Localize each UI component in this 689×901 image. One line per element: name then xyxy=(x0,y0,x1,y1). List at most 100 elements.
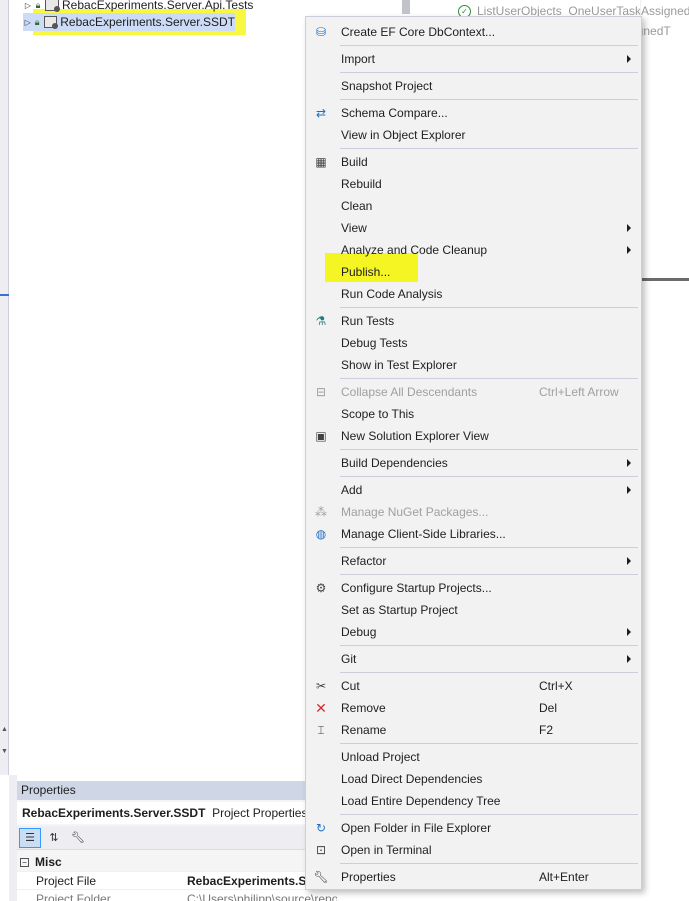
property-category[interactable]: − Misc xyxy=(17,853,337,871)
menu-item-show-in-test-explorer[interactable]: Show in Test Explorer xyxy=(306,354,641,376)
menu-separator xyxy=(340,72,638,73)
scissors-icon: ✂ xyxy=(315,679,327,693)
menu-item-configure-startup-projects[interactable]: ⚙ Configure Startup Projects... xyxy=(306,577,641,599)
menu-item-view-in-object-explorer[interactable]: View in Object Explorer xyxy=(306,124,641,146)
menu-item-properties[interactable]: 🔧︎ Properties Alt+Enter xyxy=(306,866,641,888)
menu-item-import[interactable]: Import xyxy=(306,48,641,70)
tree-item-label: RebacExperiments.Server.Api.Tests xyxy=(62,0,254,12)
menu-separator xyxy=(340,99,638,100)
menu-item-label: Build Dependencies xyxy=(341,456,448,470)
object-name: RebacExperiments.Server.SSDT xyxy=(22,806,206,820)
menu-item-load-direct-dependencies[interactable]: Load Direct Dependencies xyxy=(306,768,641,790)
menu-item-set-as-startup-project[interactable]: Set as Startup Project xyxy=(306,599,641,621)
menu-item-label: Remove xyxy=(341,701,386,715)
menu-item-label: Set as Startup Project xyxy=(341,603,458,617)
menu-item-run-tests[interactable]: ⚗ Run Tests xyxy=(306,310,641,332)
submenu-arrow-icon xyxy=(627,557,631,565)
properties-title: Properties xyxy=(17,781,337,800)
property-pages-wrench-icon[interactable]: 🔧︎ xyxy=(67,828,89,848)
expand-icon[interactable]: ▷ xyxy=(23,1,33,10)
menu-item-label: Open Folder in File Explorer xyxy=(341,821,492,835)
menu-item-rename[interactable]: ⌶ Rename F2 xyxy=(306,719,641,741)
menu-item-label: Build xyxy=(341,155,368,169)
menu-item-debug-tests[interactable]: Debug Tests xyxy=(306,332,641,354)
menu-item-label: Load Direct Dependencies xyxy=(341,772,483,786)
menu-item-run-code-analysis[interactable]: Run Code Analysis xyxy=(306,283,641,305)
menu-item-label: Rename xyxy=(341,723,387,737)
menu-item-label: Run Code Analysis xyxy=(341,287,443,301)
context-menu: ⛁ Create EF Core DbContext... Import Sna… xyxy=(305,16,642,890)
tree-scrollbar[interactable] xyxy=(402,0,410,14)
menu-item-label: Scope to This xyxy=(341,407,415,421)
scroll-down-icon[interactable]: ▼ xyxy=(0,748,9,755)
menu-separator xyxy=(340,814,638,815)
project-icon xyxy=(45,0,60,12)
menu-item-new-solution-explorer-view[interactable]: ▣ New Solution Explorer View xyxy=(306,425,641,447)
menu-item-label: Import xyxy=(341,52,376,66)
collapse-icon: ⊟ xyxy=(315,385,327,399)
property-row[interactable]: Project Folder C:\Users\philipp\source\r… xyxy=(17,889,337,901)
lock-icon: 🔒︎ xyxy=(34,16,40,27)
menu-separator xyxy=(340,45,638,46)
menu-item-label: Analyze and Code Cleanup xyxy=(341,243,488,257)
menu-item-debug[interactable]: Debug xyxy=(306,621,641,643)
categorized-icon[interactable]: ☰ xyxy=(19,827,41,848)
menu-item-schema-compare[interactable]: ⇄ Schema Compare... xyxy=(306,102,641,124)
alphabetical-sort-icon[interactable]: ⇅ xyxy=(43,828,65,848)
menu-item-build[interactable]: ▦ Build xyxy=(306,151,641,173)
collapse-category-icon[interactable]: − xyxy=(20,857,29,867)
menu-item-publish[interactable]: Publish... xyxy=(306,261,641,283)
menu-item-rebuild[interactable]: Rebuild xyxy=(306,173,641,195)
menu-item-load-entire-dependency-tree[interactable]: Load Entire Dependency Tree xyxy=(306,790,641,812)
menu-item-manage-client-side-libraries[interactable]: ◍ Manage Client-Side Libraries... xyxy=(306,523,641,545)
menu-item-add[interactable]: Add xyxy=(306,479,641,501)
menu-item-label: Unload Project xyxy=(341,750,420,764)
menu-item-git[interactable]: Git xyxy=(306,648,641,670)
menu-item-label: Collapse All Descendants xyxy=(341,385,478,399)
menu-item-clean[interactable]: Clean xyxy=(306,195,641,217)
menu-item-shortcut: Ctrl+X xyxy=(539,679,573,693)
rename-icon: ⌶ xyxy=(317,722,325,737)
menu-separator xyxy=(340,863,638,864)
menu-item-shortcut: Ctrl+Left Arrow xyxy=(539,385,619,399)
menu-item-open-in-terminal[interactable]: ⊡ Open in Terminal xyxy=(306,839,641,861)
tree-item-ssdt[interactable]: ▷ 🔒︎ RebacExperiments.Server.SSDT xyxy=(23,13,235,31)
menu-item-scope-to-this[interactable]: Scope to This xyxy=(306,403,641,425)
expand-icon[interactable]: ▷ xyxy=(23,18,32,27)
menu-separator xyxy=(340,307,638,308)
build-icon: ▦ xyxy=(315,155,327,169)
menu-item-label: Load Entire Dependency Tree xyxy=(341,794,501,808)
tree-item-api-tests[interactable]: ▷ 🔒︎ RebacExperiments.Server.Api.Tests xyxy=(23,0,253,14)
property-row[interactable]: Project File RebacExperiments.Se xyxy=(17,871,337,889)
database-project-icon xyxy=(43,16,59,29)
menu-item-label: View xyxy=(341,221,367,235)
menu-item-collapse-all-descendants[interactable]: ⊟ Collapse All Descendants Ctrl+Left Arr… xyxy=(306,381,641,403)
menu-item-shortcut: Del xyxy=(539,701,558,715)
submenu-arrow-icon xyxy=(627,486,631,494)
menu-item-manage-nuget-packages[interactable]: ⁂ Manage NuGet Packages... xyxy=(306,501,641,523)
menu-item-create-ef-core-dbcontext[interactable]: ⛁ Create EF Core DbContext... xyxy=(306,21,641,43)
tree-item-label: RebacExperiments.Server.SSDT xyxy=(60,15,235,29)
menu-item-label: Clean xyxy=(341,199,373,213)
menu-item-label: Cut xyxy=(341,679,360,693)
submenu-arrow-icon xyxy=(627,55,631,63)
menu-item-snapshot-project[interactable]: Snapshot Project xyxy=(306,75,641,97)
menu-item-remove[interactable]: ✕ Remove Del xyxy=(306,697,641,719)
menu-item-unload-project[interactable]: Unload Project xyxy=(306,746,641,768)
menu-item-analyze-and-code-cleanup[interactable]: Analyze and Code Cleanup xyxy=(306,239,641,261)
scroll-up-icon[interactable]: ▲ xyxy=(0,726,9,733)
menu-item-label: Add xyxy=(341,483,363,497)
menu-item-open-folder-in-file-explorer[interactable]: ↻ Open Folder in File Explorer xyxy=(306,817,641,839)
run-tests-icon: ⚗ xyxy=(315,314,327,328)
properties-object-selector[interactable]: RebacExperiments.Server.SSDT Project Pro… xyxy=(17,802,337,824)
menu-item-label: Schema Compare... xyxy=(341,106,448,120)
property-key: Project File xyxy=(36,873,97,888)
menu-item-build-dependencies[interactable]: Build Dependencies xyxy=(306,452,641,474)
menu-item-view[interactable]: View xyxy=(306,217,641,239)
menu-item-refactor[interactable]: Refactor xyxy=(306,550,641,572)
menu-item-cut[interactable]: ✂ Cut Ctrl+X xyxy=(306,675,641,697)
menu-item-shortcut: Alt+Enter xyxy=(539,870,589,884)
menu-separator xyxy=(340,547,638,548)
active-marker xyxy=(0,294,9,296)
gear-icon: ⚙ xyxy=(315,581,327,595)
